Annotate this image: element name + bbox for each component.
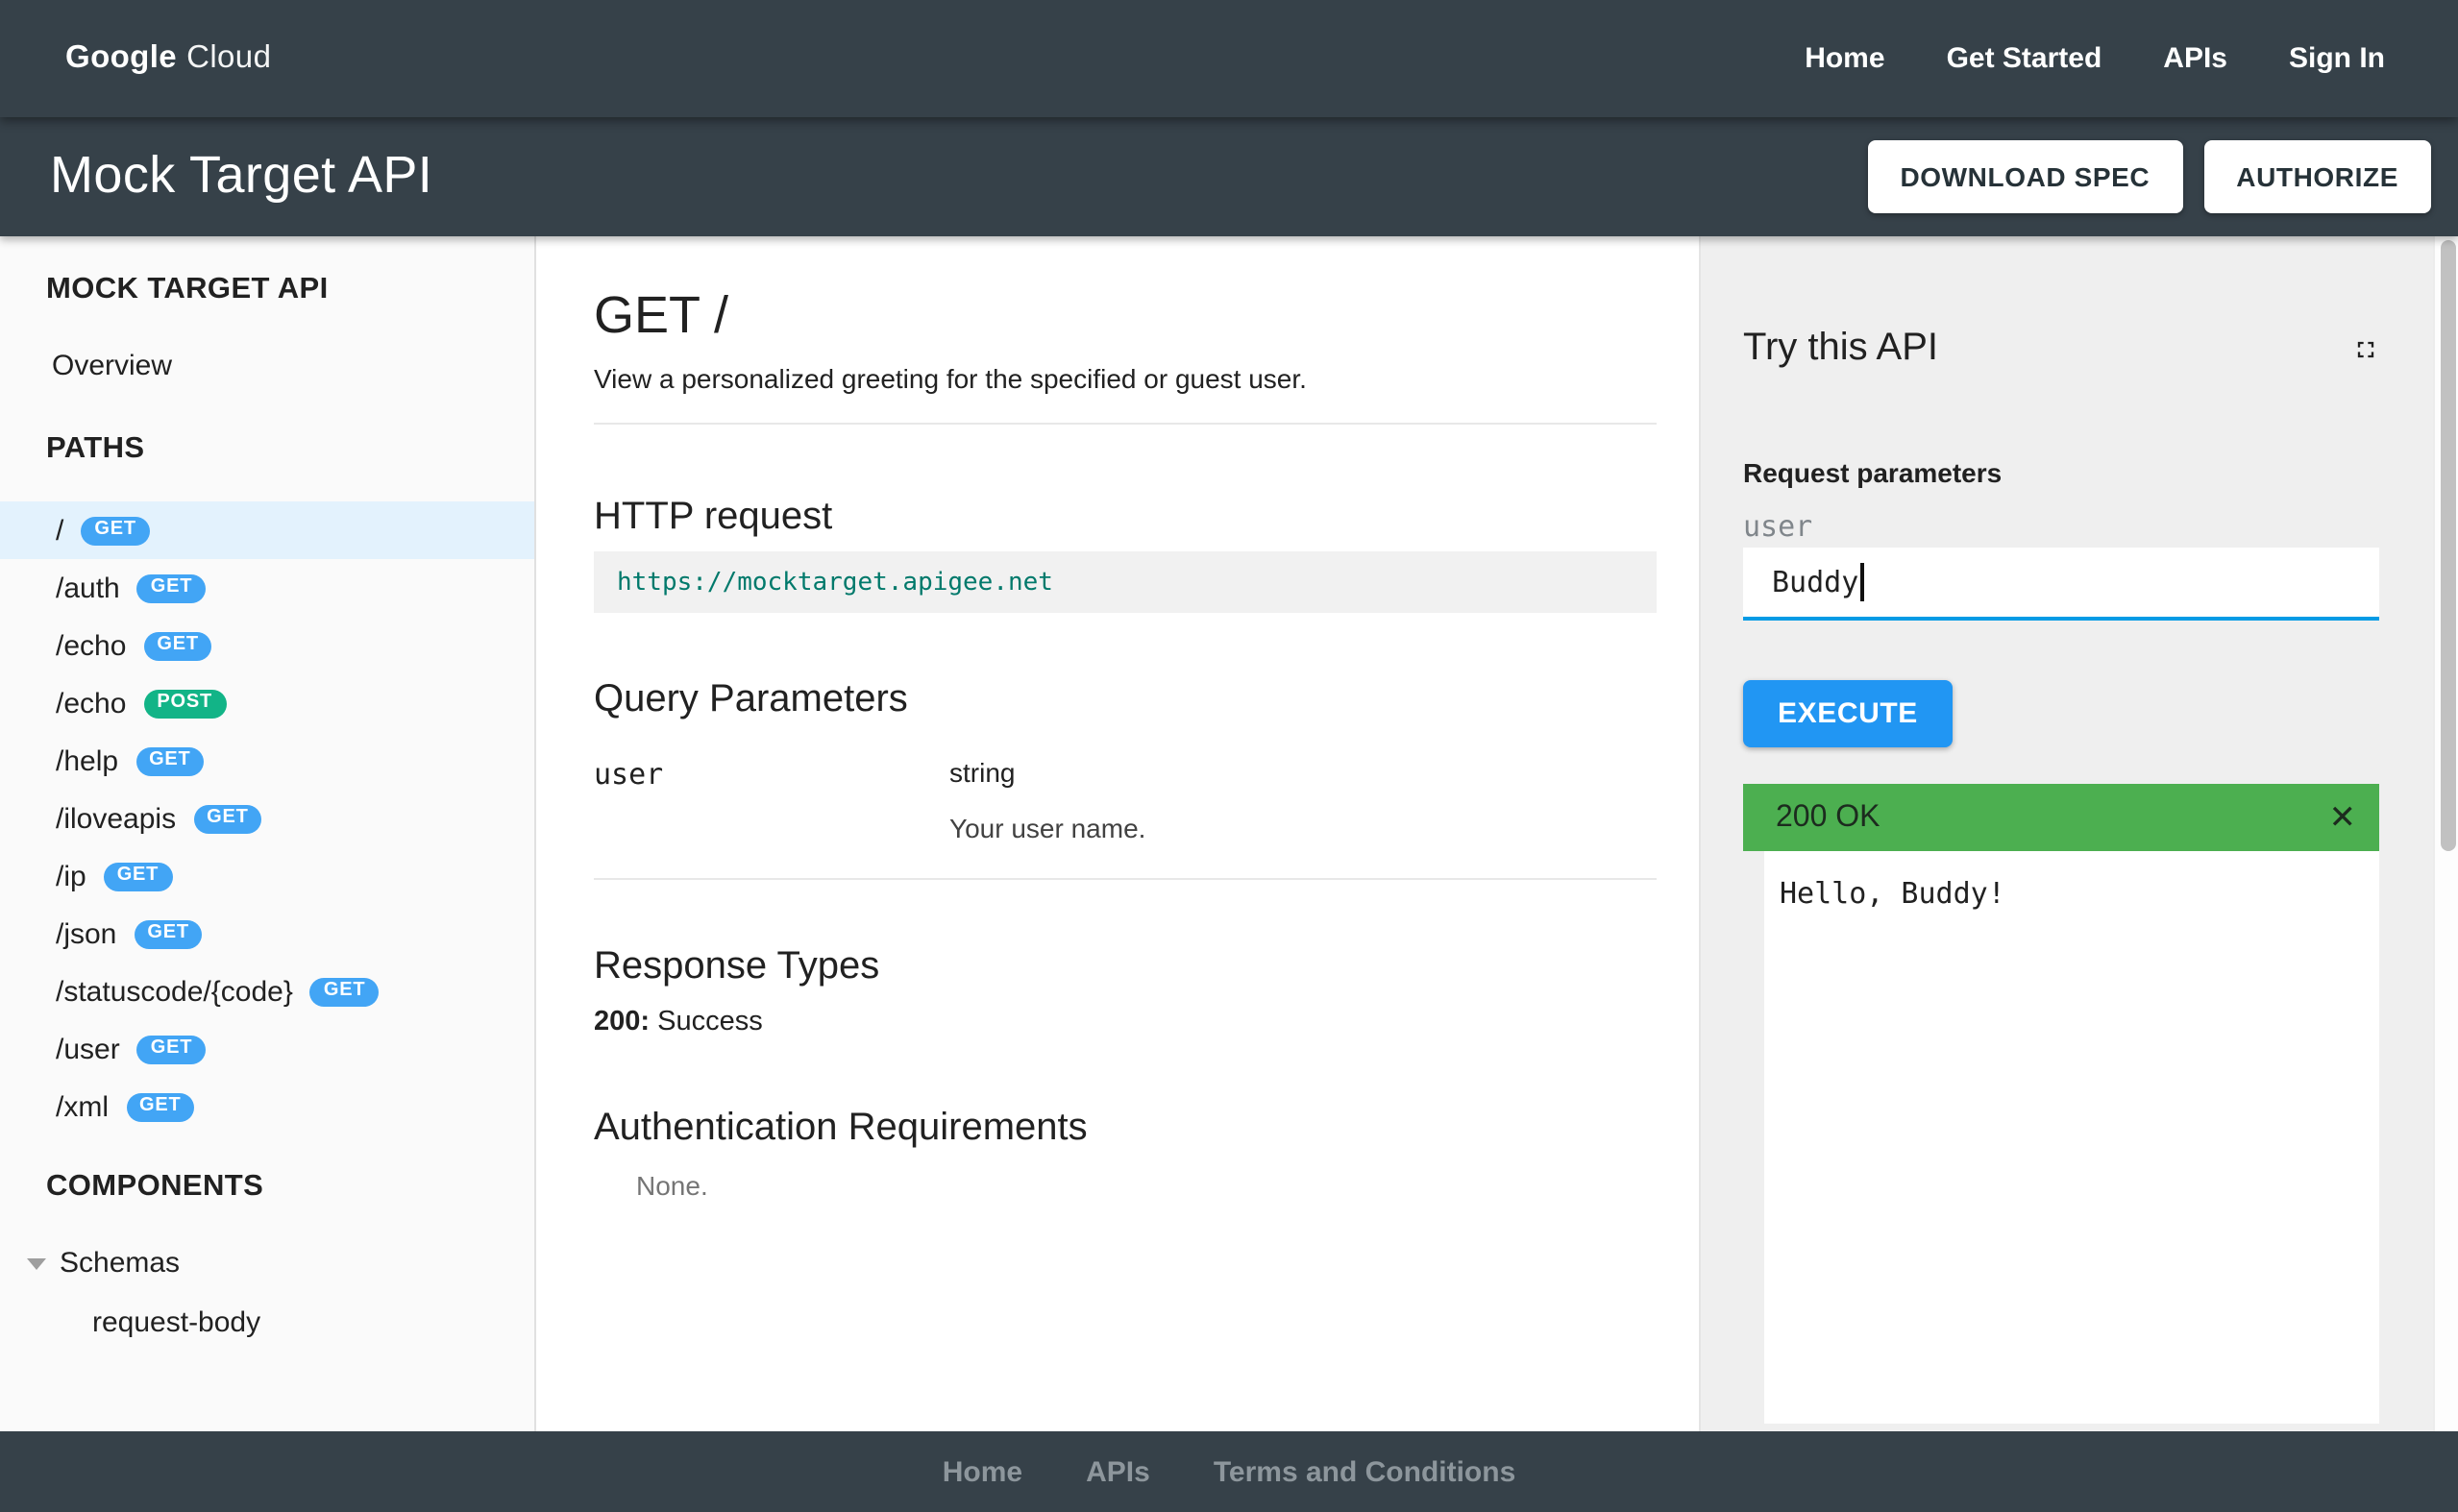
response-type-row: 200: Success [594, 1007, 1657, 1037]
http-request-heading: HTTP request [594, 496, 833, 538]
main-content: GET / View a personalized greeting for t… [536, 236, 1699, 1431]
sidebar-api-title: MOCK TARGET API [46, 273, 329, 305]
divider [594, 423, 1657, 425]
collapse-caret-icon [27, 1258, 46, 1270]
sidebar-components-header: COMPONENTS [46, 1170, 264, 1203]
footer-apis-link[interactable]: APIs [1086, 1455, 1150, 1488]
page-title: Mock Target API [50, 145, 433, 203]
sidebar-item-path-auth[interactable]: /auth GET [0, 559, 534, 617]
query-parameter-row: user string Your user name. [594, 757, 1657, 843]
sidebar-item-path-echo-post[interactable]: /echo POST [0, 674, 534, 732]
google-cloud-logo: Google Cloud [65, 40, 271, 77]
nav-home-link[interactable]: Home [1805, 42, 1884, 75]
nav-sign-in-link[interactable]: Sign In [2289, 42, 2385, 75]
request-parameters-label: Request parameters [1743, 457, 2003, 488]
post-badge: POST [143, 689, 227, 718]
response-code: 200: [594, 1007, 651, 1037]
download-spec-button[interactable]: DOWNLOAD SPEC [1867, 140, 2183, 213]
get-badge: GET [103, 862, 173, 890]
get-badge: GET [193, 804, 262, 833]
footer: Home APIs Terms and Conditions [0, 1431, 2458, 1512]
try-api-title: Try this API [1743, 327, 1939, 369]
logo-cloud: Cloud [186, 40, 272, 75]
response-body-text: Hello, Buddy! [1780, 876, 2005, 911]
authorize-button[interactable]: AUTHORIZE [2203, 140, 2431, 213]
get-badge: GET [136, 1035, 207, 1063]
operation-title: GET / [594, 286, 729, 344]
nav-apis-link[interactable]: APIs [2163, 42, 2227, 75]
get-badge: GET [135, 746, 205, 775]
nav-get-started-link[interactable]: Get Started [1947, 42, 2102, 75]
close-response-icon[interactable]: ✕ [2329, 801, 2357, 834]
scrollbar-thumb[interactable] [2440, 240, 2455, 851]
query-parameters-heading: Query Parameters [594, 678, 908, 720]
param-name: user [594, 757, 664, 792]
http-request-url-box: https://mocktarget.apigee.net [594, 551, 1657, 613]
response-status: 200 OK [1776, 800, 1880, 833]
response-body: Hello, Buddy! [1764, 851, 2379, 1424]
get-badge: GET [81, 516, 150, 545]
footer-terms-link[interactable]: Terms and Conditions [1214, 1455, 1515, 1488]
user-param-value: Buddy [1772, 565, 1859, 599]
top-nav-links: Home Get Started APIs Sign In [1805, 42, 2385, 75]
sidebar-item-path-iloveapis[interactable]: /iloveapis GET [0, 790, 534, 847]
sidebar-item-path-user[interactable]: /user GET [0, 1020, 534, 1078]
fullscreen-icon[interactable] [2352, 335, 2379, 362]
api-title-bar: Mock Target API DOWNLOAD SPEC AUTHORIZE [0, 117, 2458, 236]
content-area: MOCK TARGET API Overview PATHS / GET /au… [0, 236, 2458, 1431]
footer-home-link[interactable]: Home [943, 1455, 1022, 1488]
sidebar-paths-header: PATHS [46, 432, 145, 465]
sidebar-item-path-help[interactable]: /help GET [0, 732, 534, 790]
sidebar-item-path-json[interactable]: /json GET [0, 905, 534, 963]
sidebar-item-path-xml[interactable]: /xml GET [0, 1078, 534, 1135]
get-badge: GET [143, 631, 212, 660]
get-badge: GET [126, 1092, 195, 1121]
auth-requirements-heading: Authentication Requirements [594, 1107, 1088, 1149]
param-description: Your user name. [949, 813, 1146, 843]
page-scrollbar[interactable] [2433, 236, 2458, 1431]
sidebar-item-path-root[interactable]: / GET [0, 501, 534, 559]
sidebar-item-overview[interactable]: Overview [0, 351, 534, 382]
divider [594, 878, 1657, 880]
operation-description: View a personalized greeting for the spe… [594, 363, 1307, 394]
param-type: string [949, 757, 1016, 788]
http-request-url: https://mocktarget.apigee.net [617, 568, 1053, 597]
try-api-panel: Try this API Request parameters user Bud… [1699, 236, 2433, 1431]
response-status-bar: 200 OK ✕ [1743, 784, 2379, 851]
sidebar-item-path-echo-get[interactable]: /echo GET [0, 617, 534, 674]
title-bar-actions: DOWNLOAD SPEC AUTHORIZE [1867, 140, 2431, 213]
get-badge: GET [136, 573, 207, 602]
sidebar-item-path-ip[interactable]: /ip GET [0, 847, 534, 905]
sidebar-item-path-statuscode[interactable]: /statuscode/{code} GET [0, 963, 534, 1020]
top-navbar: Google Cloud Home Get Started APIs Sign … [0, 0, 2458, 117]
get-badge: GET [309, 977, 380, 1006]
response-text: Success [657, 1007, 763, 1037]
page: Google Cloud Home Get Started APIs Sign … [0, 0, 2458, 1512]
sidebar-item-request-body[interactable]: request-body [0, 1307, 534, 1339]
response-types-heading: Response Types [594, 945, 880, 988]
user-param-input[interactable]: Buddy [1743, 548, 2379, 621]
sidebar-item-schemas[interactable]: Schemas [0, 1248, 534, 1280]
logo-google: Google [65, 40, 178, 75]
auth-requirements-value: None. [636, 1170, 708, 1201]
sidebar: MOCK TARGET API Overview PATHS / GET /au… [0, 236, 536, 1431]
get-badge: GET [134, 919, 203, 948]
sidebar-paths-list: / GET /auth GET /echo GET /echo POST /he… [0, 501, 534, 1135]
text-cursor [1860, 563, 1864, 601]
param-name-label: user [1743, 509, 1813, 544]
execute-button[interactable]: EXECUTE [1743, 680, 1953, 747]
